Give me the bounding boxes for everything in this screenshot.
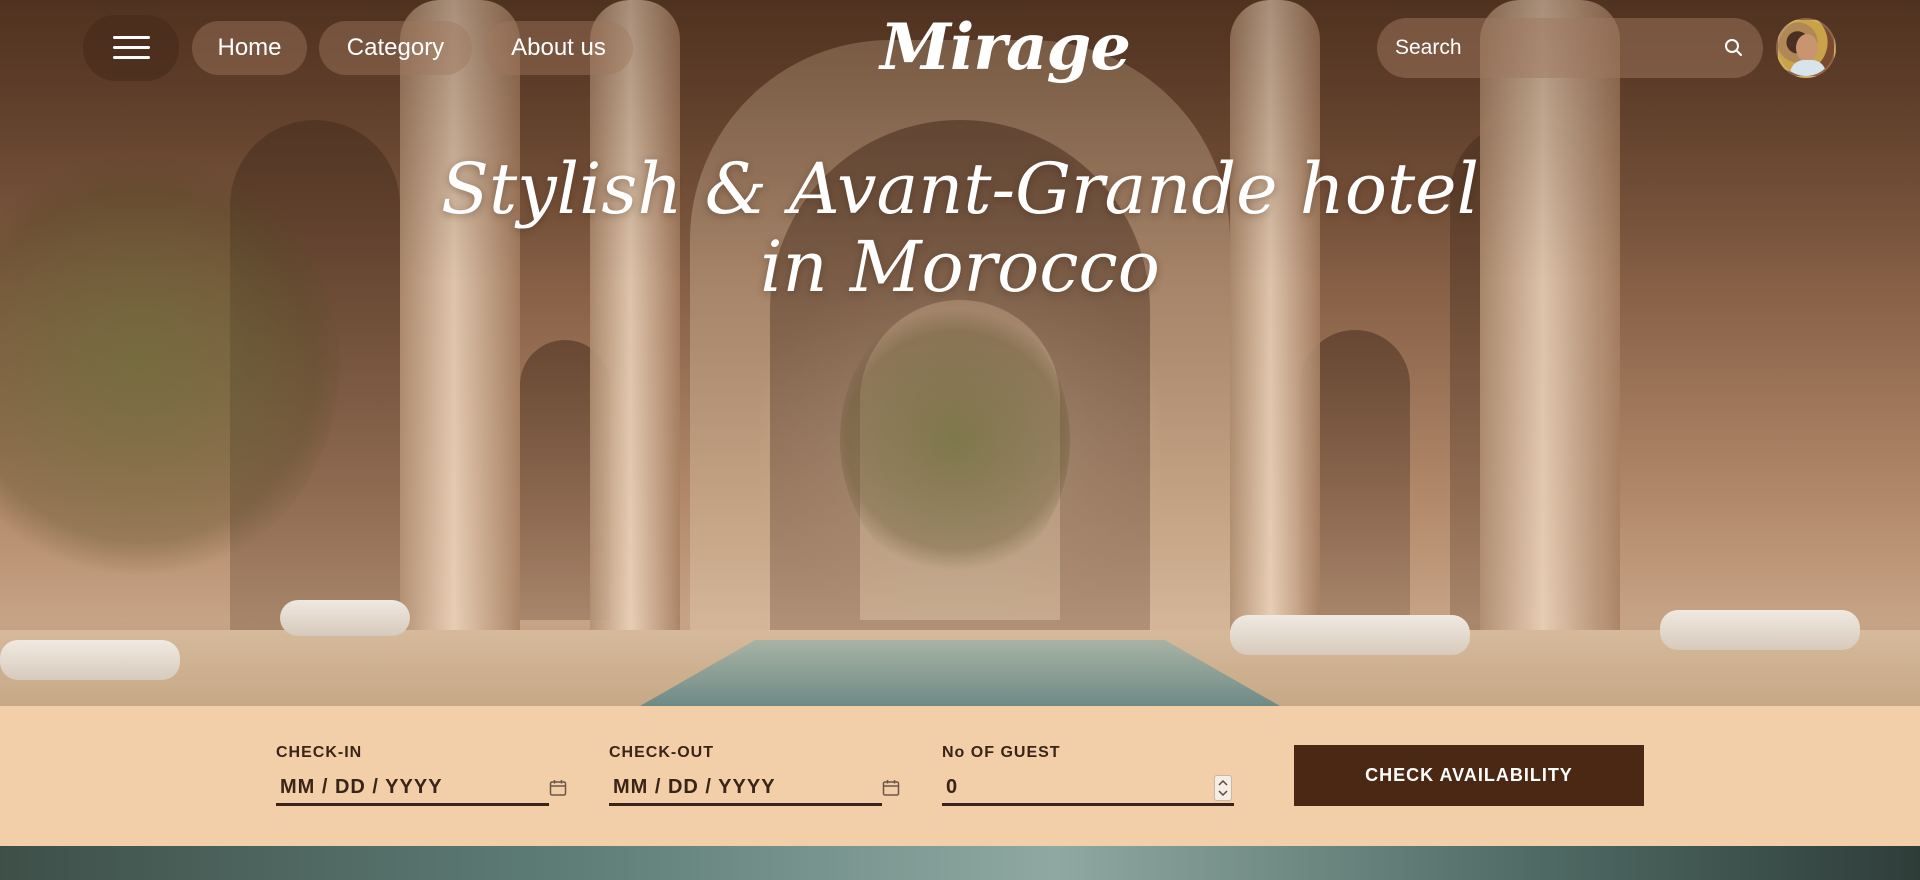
checkin-control <box>276 772 567 806</box>
guests-control <box>942 772 1234 806</box>
hero-background <box>0 0 1920 706</box>
checkout-control <box>609 772 900 806</box>
checkin-input[interactable] <box>276 776 548 799</box>
hero-pool-strip <box>0 846 1920 880</box>
search-bar <box>1377 18 1763 78</box>
search-icon[interactable] <box>1723 37 1745 59</box>
checkout-label: CHECK-OUT <box>609 744 714 761</box>
calendar-icon[interactable] <box>881 778 901 798</box>
checkin-label: CHECK-IN <box>276 744 363 761</box>
brand-logo[interactable]: Mirage <box>870 0 1140 100</box>
hero-headline: Stylish & Avant-Grande hotel in Morocco <box>441 148 1479 308</box>
guests-stepper[interactable] <box>1214 774 1232 801</box>
guests-input[interactable] <box>942 776 1214 799</box>
avatar-body <box>1790 60 1826 76</box>
hamburger-menu-icon <box>112 36 150 60</box>
guests-label: No OF GUEST <box>942 744 1061 761</box>
check-availability-button[interactable]: CHECK AVAILABILITY <box>1294 745 1644 806</box>
hero-shade <box>0 0 1920 706</box>
checkin-field: CHECK-IN <box>276 744 567 806</box>
guests-field: No OF GUEST <box>942 744 1234 806</box>
nav-link-category[interactable]: Category <box>319 21 472 75</box>
user-avatar[interactable] <box>1776 18 1836 78</box>
nav-link-about-us[interactable]: About us <box>484 21 633 75</box>
checkout-field: CHECK-OUT <box>609 744 900 806</box>
avatar-face <box>1796 34 1818 62</box>
top-nav: Home Category About us Mirage <box>0 0 1920 100</box>
search-input[interactable] <box>1395 36 1723 60</box>
menu-button[interactable] <box>83 15 179 81</box>
booking-bar: CHECK-IN CHECK-OUT No OF GUEST CHECK AVA… <box>0 706 1920 846</box>
nav-link-home[interactable]: Home <box>192 21 307 75</box>
checkout-input[interactable] <box>609 776 881 799</box>
calendar-icon[interactable] <box>548 778 568 798</box>
